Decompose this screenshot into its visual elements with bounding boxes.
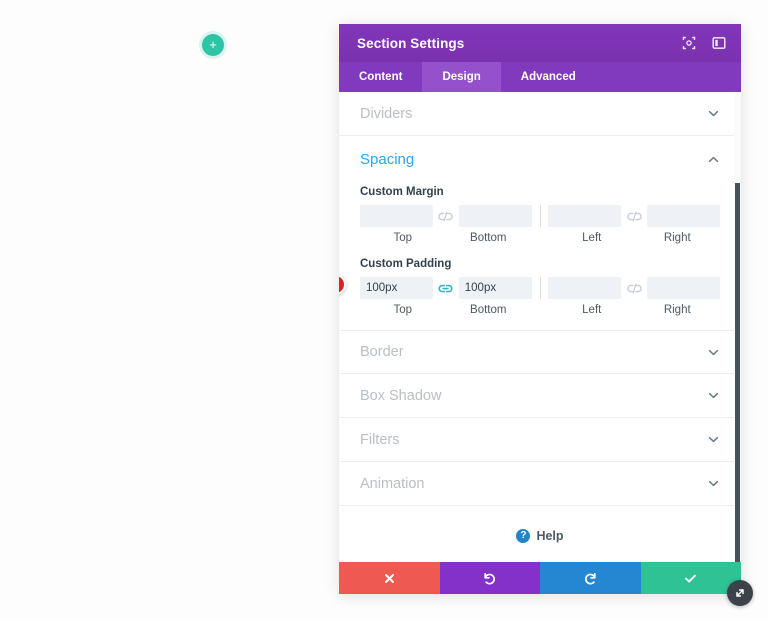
margin-left-label: Left xyxy=(582,232,602,244)
section-box-shadow-label: Box Shadow xyxy=(360,387,442,404)
custom-padding-fields: 1 xyxy=(339,274,721,299)
chevron-down-icon xyxy=(706,477,720,491)
add-section-button[interactable]: + xyxy=(202,34,224,56)
section-settings-modal: Section Settings Content Design Advanced… xyxy=(339,24,753,606)
section-border-label: Border xyxy=(360,344,404,360)
modal-header: Section Settings xyxy=(339,24,741,62)
chevron-down-icon xyxy=(706,107,720,121)
section-border[interactable]: Border xyxy=(339,330,741,374)
margin-bottom-input[interactable] xyxy=(458,205,532,227)
padding-left-input[interactable] xyxy=(548,277,622,299)
margin-top-input[interactable] xyxy=(360,205,433,227)
field-divider xyxy=(539,205,541,227)
padding-top-label: Top xyxy=(393,304,413,316)
section-dividers[interactable]: Dividers xyxy=(339,92,741,136)
expand-icon[interactable] xyxy=(681,35,697,51)
help-row: ? Help xyxy=(339,506,741,562)
section-filters-label: Filters xyxy=(360,431,400,448)
custom-margin-sublabels: Top Bottom Left Right xyxy=(360,232,720,244)
tab-content[interactable]: Content xyxy=(339,62,422,92)
margin-top-label: Top xyxy=(393,232,413,244)
help-link[interactable]: Help xyxy=(536,529,563,543)
custom-padding-sublabels: Top Bottom Left Right xyxy=(360,304,720,316)
margin-right-input[interactable] xyxy=(647,205,721,227)
status-badge: 1 xyxy=(339,274,346,295)
section-spacing-label: Spacing xyxy=(360,150,415,168)
redo-button[interactable] xyxy=(540,562,641,594)
plus-icon: + xyxy=(209,36,217,52)
chevron-down-icon xyxy=(706,345,720,359)
margin-link-toggle-horizontal[interactable] xyxy=(621,205,647,227)
page-canvas: + Section Settings Content Design Advanc… xyxy=(0,0,768,619)
chevron-down-icon xyxy=(706,389,720,403)
section-animation[interactable]: Animation xyxy=(339,462,741,506)
chevron-up-icon xyxy=(706,152,720,166)
section-spacing[interactable]: Spacing xyxy=(339,136,741,182)
margin-right-label: Right xyxy=(663,232,691,244)
custom-padding-label: Custom Padding xyxy=(360,258,452,270)
resize-diagonal-icon[interactable] xyxy=(727,580,753,606)
layout-panel-icon[interactable] xyxy=(711,35,727,51)
custom-margin-block: Custom Margin Top Bottom Left Right xyxy=(360,186,721,244)
section-box-shadow[interactable]: Box Shadow xyxy=(339,374,741,418)
tab-advanced[interactable]: Advanced xyxy=(501,62,596,92)
page-title: Section Settings xyxy=(357,35,465,51)
padding-left-label: Left xyxy=(582,304,602,316)
margin-left-input[interactable] xyxy=(548,205,622,227)
save-button[interactable] xyxy=(640,562,741,594)
panel-scrollbar-track[interactable] xyxy=(734,92,741,562)
field-divider xyxy=(539,277,541,299)
margin-link-toggle-vertical[interactable] xyxy=(433,205,459,227)
section-filters[interactable]: Filters xyxy=(339,418,741,462)
padding-link-toggle-horizontal[interactable] xyxy=(621,277,647,299)
custom-margin-label: Custom Margin xyxy=(360,186,444,198)
modal-tab-bar: Content Design Advanced xyxy=(339,62,741,92)
padding-link-toggle-vertical[interactable] xyxy=(433,277,459,299)
modal-body: Dividers Spacing Custom Margin Top Botto… xyxy=(339,92,741,562)
undo-button[interactable] xyxy=(439,562,540,594)
padding-bottom-input[interactable] xyxy=(458,277,532,299)
question-mark-icon[interactable]: ? xyxy=(516,529,531,543)
cancel-button[interactable] xyxy=(339,562,440,594)
padding-bottom-label: Bottom xyxy=(470,304,507,316)
custom-margin-fields xyxy=(360,205,721,227)
header-icon-group xyxy=(681,35,727,51)
padding-right-input[interactable] xyxy=(647,277,721,299)
padding-top-input[interactable] xyxy=(360,277,433,299)
spacing-panel: Custom Margin Top Bottom Left Right Cust… xyxy=(339,186,741,330)
chevron-down-icon xyxy=(706,433,720,447)
section-animation-label: Animation xyxy=(360,475,425,492)
panel-scrollbar-thumb[interactable] xyxy=(735,183,740,562)
section-dividers-label: Dividers xyxy=(360,105,413,122)
modal-footer xyxy=(339,562,741,594)
margin-bottom-label: Bottom xyxy=(470,232,507,244)
custom-padding-block: Custom Padding 100px 100px Top Bottom Le… xyxy=(339,258,721,316)
tab-design[interactable]: Design xyxy=(422,62,501,92)
padding-right-label: Right xyxy=(663,304,691,316)
